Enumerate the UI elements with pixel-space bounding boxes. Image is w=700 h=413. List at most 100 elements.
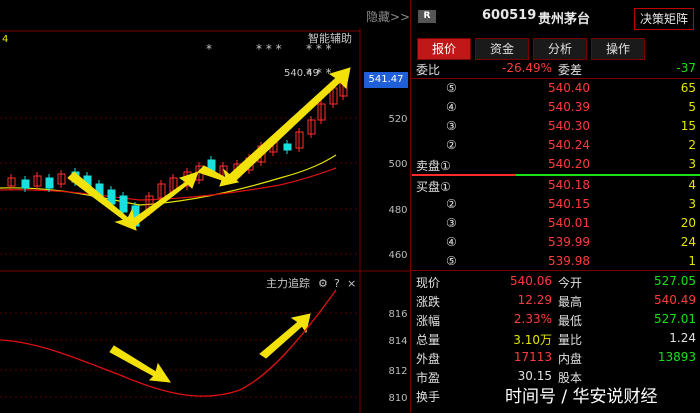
current-price-tag: 541.47 [364, 72, 408, 88]
signal-star-3: * * * [306, 42, 332, 56]
stock-name: 贵州茅台 [538, 12, 591, 27]
bid-level: ⑤ [446, 254, 457, 268]
quote-label: 量比 [558, 333, 583, 347]
ask-volume: 15 [680, 119, 696, 133]
divider [412, 270, 700, 271]
quote-value: 540.49 [654, 293, 696, 307]
bid-level: ④ [446, 235, 457, 249]
quote-value: 527.05 [654, 274, 696, 288]
ask-row[interactable]: 卖盘① 540.20 3 [412, 156, 700, 174]
quote-label: 今开 [558, 276, 583, 290]
diff-label: 委差 [558, 63, 583, 77]
quote-label: 涨幅 [416, 314, 441, 328]
quote-value: 30.15 [517, 369, 552, 383]
bid-level: ③ [446, 216, 457, 230]
quote-label: 最低 [558, 314, 583, 328]
ask-volume: 3 [688, 157, 696, 171]
quote-row: 外盘 17113 内盘 13893 [412, 349, 700, 367]
ask-level: 卖盘① [416, 159, 451, 173]
quote-value: 12.29 [517, 293, 552, 307]
quote-row: 涨跌 12.29 最高 540.49 [412, 292, 700, 310]
quote-row: 总量 3.10万 量比 1.24 [412, 330, 700, 348]
chart-corner-label: 4 [2, 34, 8, 45]
ask-level: ② [446, 138, 457, 152]
divider [412, 78, 700, 79]
ask-row[interactable]: ③ 540.30 15 [412, 118, 700, 136]
axis-label-480: 480 [388, 205, 407, 216]
kline-chart[interactable]: 520 500 480 460 816 814 812 810 4 智能辅助 *… [0, 28, 410, 413]
r-badge: R [418, 10, 436, 23]
bid-row[interactable]: ③ 540.01 20 [412, 215, 700, 233]
ask-price: 540.20 [548, 157, 590, 171]
ask-volume: 2 [688, 138, 696, 152]
tab-operation[interactable]: 操作 [591, 38, 645, 60]
sub-axis-816: 816 [388, 309, 407, 320]
ratio-value: -26.49% [502, 61, 553, 75]
gear-icon[interactable]: ⚙ [318, 277, 328, 290]
close-icon[interactable]: × [347, 277, 356, 290]
order-ratio-row: 委比 -26.49% 委差 -37 [412, 60, 700, 78]
signal-star-2: * * * [256, 42, 282, 56]
help-icon[interactable]: ? [334, 277, 340, 290]
ratio-label: 委比 [416, 63, 441, 77]
tab-quote[interactable]: 报价 [417, 38, 471, 60]
ask-price: 540.39 [548, 100, 590, 114]
quote-label: 换手 [416, 390, 441, 404]
bid-price: 539.99 [548, 235, 590, 249]
ask-level: ④ [446, 100, 457, 114]
high-price-label: 540.49 [284, 68, 319, 79]
candle-body [45, 177, 54, 189]
decision-matrix-button[interactable]: 决策矩阵 [634, 8, 694, 30]
quote-label: 外盘 [416, 352, 441, 366]
quote-value: 17113 [513, 350, 552, 364]
ask-volume: 5 [688, 100, 696, 114]
quote-label: 最高 [558, 295, 583, 309]
bid-price: 540.15 [548, 197, 590, 211]
tab-analysis[interactable]: 分析 [533, 38, 587, 60]
bid-volume: 20 [680, 216, 696, 230]
axis-label-500: 500 [388, 159, 407, 170]
quote-value: 1.24 [669, 331, 696, 345]
quote-row: 现价 540.06 今开 527.05 [412, 273, 700, 291]
sub-axis-810: 810 [388, 393, 407, 404]
ask-price: 540.40 [548, 81, 590, 95]
signal-star-1: * [206, 42, 212, 56]
ask-level: ⑤ [446, 81, 457, 95]
bid-volume: 24 [680, 235, 696, 249]
quote-value: 2.33% [513, 312, 552, 326]
bid-volume: 4 [688, 178, 696, 192]
ask-row[interactable]: ② 540.24 2 [412, 137, 700, 155]
panel-divider [410, 0, 411, 413]
bid-row[interactable]: ⑤ 539.98 1 [412, 253, 700, 271]
sub-chart-title: 主力追踪 [266, 276, 310, 290]
axis-label-460: 460 [388, 250, 407, 261]
quote-label: 总量 [416, 333, 441, 347]
bid-price: 539.98 [548, 254, 590, 268]
ask-bid-divider-red [412, 174, 516, 176]
candlestick-series [7, 76, 348, 230]
tab-funds[interactable]: 资金 [475, 38, 529, 60]
bid-level: ② [446, 197, 457, 211]
hide-panel-button[interactable]: 隐藏>> [366, 8, 410, 25]
bid-volume: 1 [688, 254, 696, 268]
diff-value: -37 [676, 61, 696, 75]
candle-body [21, 179, 30, 189]
ask-price: 540.24 [548, 138, 590, 152]
ask-row[interactable]: ⑤ 540.40 65 [412, 80, 700, 98]
ask-level: ③ [446, 119, 457, 133]
bid-price: 540.01 [548, 216, 590, 230]
quote-label: 涨跌 [416, 295, 441, 309]
quote-value: 540.06 [510, 274, 552, 288]
bid-row[interactable]: ④ 539.99 24 [412, 234, 700, 252]
quote-value: 527.01 [654, 312, 696, 326]
bid-row[interactable]: 买盘① 540.18 4 [412, 177, 700, 195]
ask-price: 540.30 [548, 119, 590, 133]
quote-value: 3.10万 [513, 333, 552, 347]
axis-label-520: 520 [388, 114, 407, 125]
candle-body [119, 195, 128, 213]
bid-price: 540.18 [548, 178, 590, 192]
ask-volume: 65 [680, 81, 696, 95]
sub-axis-814: 814 [388, 336, 407, 347]
ask-row[interactable]: ④ 540.39 5 [412, 99, 700, 117]
bid-row[interactable]: ② 540.15 3 [412, 196, 700, 214]
